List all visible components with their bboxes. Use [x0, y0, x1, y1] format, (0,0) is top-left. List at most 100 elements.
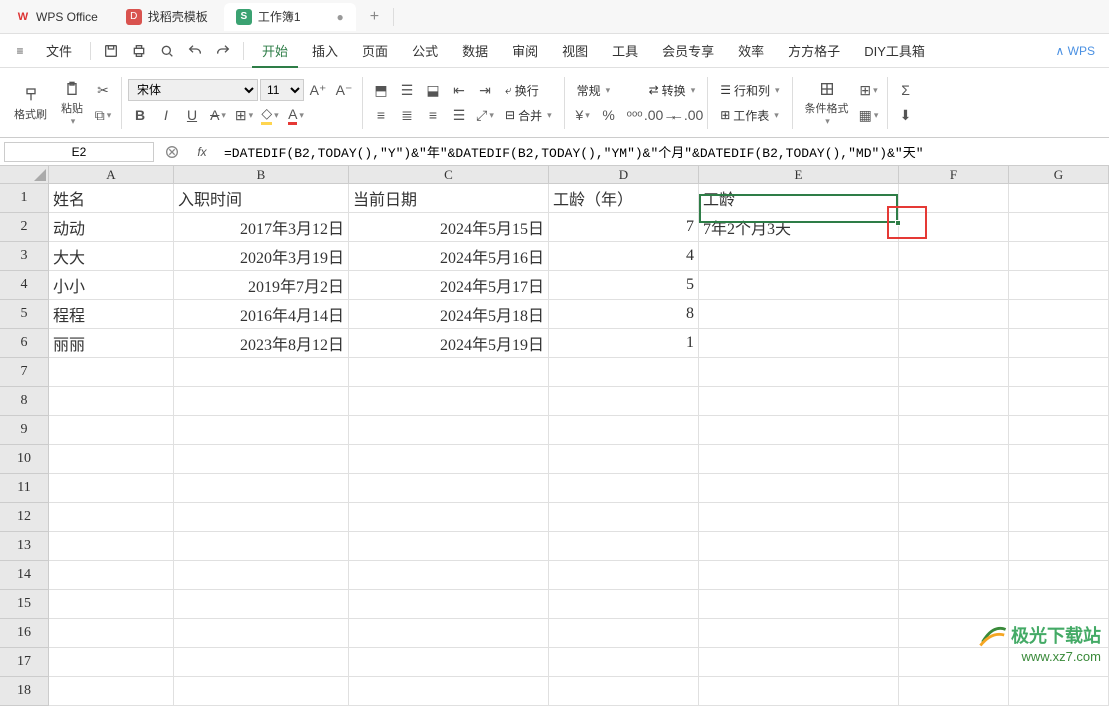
cell-D12[interactable]: [549, 503, 699, 532]
row-header-17[interactable]: 17: [0, 648, 49, 677]
cell-B11[interactable]: [174, 474, 349, 503]
cell-A15[interactable]: [49, 590, 174, 619]
save-icon[interactable]: [99, 39, 123, 63]
cell-C1[interactable]: 当前日期: [349, 184, 549, 213]
row-header-14[interactable]: 14: [0, 561, 49, 590]
cell-C15[interactable]: [349, 590, 549, 619]
row-header-5[interactable]: 5: [0, 300, 49, 329]
undo-icon[interactable]: [183, 39, 207, 63]
menu-fanggezi[interactable]: 方方格子: [778, 41, 850, 60]
font-color-icon[interactable]: A: [284, 104, 308, 126]
cell-E1[interactable]: 工龄: [699, 184, 899, 213]
cell-B12[interactable]: [174, 503, 349, 532]
menu-start[interactable]: 开始: [252, 41, 298, 68]
row-header-6[interactable]: 6: [0, 329, 49, 358]
currency-icon[interactable]: ¥: [571, 104, 595, 126]
fx-icon[interactable]: fx: [190, 142, 214, 162]
cell-A10[interactable]: [49, 445, 174, 474]
menu-formula[interactable]: 公式: [402, 41, 448, 60]
cell-G13[interactable]: [1009, 532, 1109, 561]
format-painter-button[interactable]: 格式刷: [8, 82, 53, 124]
align-center-icon[interactable]: ≣: [395, 104, 419, 126]
hamburger-menu-icon[interactable]: ≡: [8, 39, 32, 63]
cell-G14[interactable]: [1009, 561, 1109, 590]
cell-G7[interactable]: [1009, 358, 1109, 387]
col-header-D[interactable]: D: [549, 166, 699, 184]
row-header-4[interactable]: 4: [0, 271, 49, 300]
col-header-C[interactable]: C: [349, 166, 549, 184]
cell-F18[interactable]: [899, 677, 1009, 706]
row-header-12[interactable]: 12: [0, 503, 49, 532]
cell-F5[interactable]: [899, 300, 1009, 329]
name-box[interactable]: [4, 142, 154, 162]
cell-C13[interactable]: [349, 532, 549, 561]
cell-C6[interactable]: 2024年5月19日: [349, 329, 549, 358]
row-header-2[interactable]: 2: [0, 213, 49, 242]
cell-A13[interactable]: [49, 532, 174, 561]
cell-D13[interactable]: [549, 532, 699, 561]
italic-icon[interactable]: I: [154, 104, 178, 126]
cancel-formula-icon[interactable]: [160, 142, 184, 162]
cell-D18[interactable]: [549, 677, 699, 706]
menu-file[interactable]: 文件: [36, 41, 82, 60]
fill-icon[interactable]: ⬇: [894, 104, 918, 126]
number-format-select[interactable]: 常规: [571, 79, 641, 101]
bold-icon[interactable]: B: [128, 104, 152, 126]
cell-C9[interactable]: [349, 416, 549, 445]
cell-D15[interactable]: [549, 590, 699, 619]
menu-efficiency[interactable]: 效率: [728, 41, 774, 60]
cell-E6[interactable]: [699, 329, 899, 358]
cell-B6[interactable]: 2023年8月12日: [174, 329, 349, 358]
cell-A14[interactable]: [49, 561, 174, 590]
cell-D14[interactable]: [549, 561, 699, 590]
cell-D16[interactable]: [549, 619, 699, 648]
cell-E9[interactable]: [699, 416, 899, 445]
convert-button[interactable]: ⇄ 转换: [643, 79, 702, 101]
cell-A11[interactable]: [49, 474, 174, 503]
wps-ai-link[interactable]: ∧ WPS: [1050, 44, 1101, 58]
align-right-icon[interactable]: ≡: [421, 104, 445, 126]
cell-F4[interactable]: [899, 271, 1009, 300]
cell-D7[interactable]: [549, 358, 699, 387]
cell-F11[interactable]: [899, 474, 1009, 503]
cell-E13[interactable]: [699, 532, 899, 561]
cell-A4[interactable]: 小小: [49, 271, 174, 300]
print-icon[interactable]: [127, 39, 151, 63]
cell-B17[interactable]: [174, 648, 349, 677]
cell-A5[interactable]: 程程: [49, 300, 174, 329]
row-header-9[interactable]: 9: [0, 416, 49, 445]
col-header-B[interactable]: B: [174, 166, 349, 184]
cell-A12[interactable]: [49, 503, 174, 532]
row-header-11[interactable]: 11: [0, 474, 49, 503]
strikethrough-icon[interactable]: A: [206, 104, 230, 126]
cell-E10[interactable]: [699, 445, 899, 474]
cell-F7[interactable]: [899, 358, 1009, 387]
align-left-icon[interactable]: ≡: [369, 104, 393, 126]
cell-D2[interactable]: 7: [549, 213, 699, 242]
cell-G4[interactable]: [1009, 271, 1109, 300]
conditional-format-button[interactable]: 条件格式: [799, 76, 855, 129]
decrease-indent-icon[interactable]: ⇤: [447, 79, 471, 101]
cell-E14[interactable]: [699, 561, 899, 590]
font-family-select[interactable]: 宋体: [128, 79, 258, 101]
increase-font-icon[interactable]: A⁺: [306, 79, 330, 101]
copy-icon[interactable]: ⧉: [91, 104, 115, 126]
paste-button[interactable]: 粘贴: [55, 76, 89, 129]
cell-F13[interactable]: [899, 532, 1009, 561]
cell-G3[interactable]: [1009, 242, 1109, 271]
cell-B10[interactable]: [174, 445, 349, 474]
cell-D17[interactable]: [549, 648, 699, 677]
col-header-A[interactable]: A: [49, 166, 174, 184]
cell-D9[interactable]: [549, 416, 699, 445]
cell-G10[interactable]: [1009, 445, 1109, 474]
cell-D11[interactable]: [549, 474, 699, 503]
cell-B9[interactable]: [174, 416, 349, 445]
cell-C7[interactable]: [349, 358, 549, 387]
fill-color-icon[interactable]: ◇: [258, 104, 282, 126]
row-header-7[interactable]: 7: [0, 358, 49, 387]
menu-data[interactable]: 数据: [452, 41, 498, 60]
cell-F1[interactable]: [899, 184, 1009, 213]
cell-E8[interactable]: [699, 387, 899, 416]
preview-icon[interactable]: [155, 39, 179, 63]
cell-B3[interactable]: 2020年3月19日: [174, 242, 349, 271]
